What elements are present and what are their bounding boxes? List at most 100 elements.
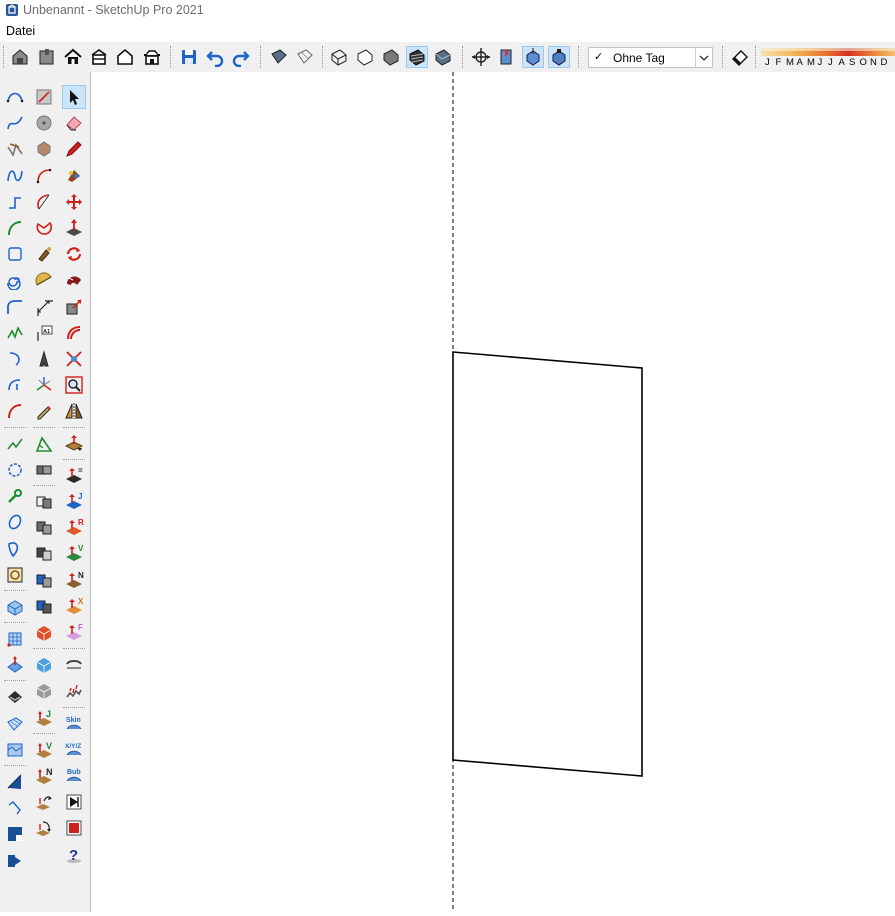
zoom-window-icon[interactable] [62, 373, 86, 397]
push-n-icon[interactable]: N [32, 764, 56, 788]
push-red-j-icon[interactable]: J [32, 706, 56, 730]
intersect-icon[interactable] [32, 569, 56, 593]
toolbar-grip[interactable] [462, 46, 465, 68]
palette-grip[interactable] [63, 648, 85, 650]
skin-icon[interactable]: Skin [62, 712, 86, 736]
polygon-icon[interactable] [3, 458, 27, 482]
toolbar-grip[interactable] [170, 46, 173, 68]
loop-icon[interactable] [3, 536, 27, 560]
angle-icon[interactable] [32, 432, 56, 456]
select-arrow-icon[interactable] [62, 85, 86, 109]
pencil-icon[interactable] [32, 399, 56, 423]
3d-text-icon[interactable] [32, 347, 56, 371]
protractor-icon[interactable] [32, 268, 56, 292]
zigzag-icon[interactable] [3, 321, 27, 345]
tag-select[interactable]: ✓ Ohne Tag [588, 47, 713, 68]
offset-icon[interactable] [62, 321, 86, 345]
rectangle-face[interactable] [452, 351, 643, 777]
follow-icon[interactable] [62, 268, 86, 292]
drawing-viewport[interactable] [91, 72, 895, 912]
move-arc-2-icon[interactable] [32, 816, 56, 840]
pushpull-f-icon[interactable]: F [62, 621, 86, 645]
grid-icon[interactable] [3, 627, 27, 651]
menu-datei[interactable]: Datei [6, 24, 35, 38]
hook-icon[interactable] [3, 796, 27, 820]
wrench-icon[interactable] [3, 484, 27, 508]
curve-icon[interactable] [3, 373, 27, 397]
pie-icon[interactable] [32, 216, 56, 240]
polyline-icon[interactable] [3, 190, 27, 214]
zoom-extents-icon[interactable] [62, 347, 86, 371]
house-open-icon[interactable] [141, 46, 163, 68]
paint-icon[interactable] [62, 164, 86, 188]
solid-icon[interactable] [32, 516, 56, 540]
shadow-toggle-icon[interactable] [729, 46, 751, 68]
smooth-icon[interactable] [62, 653, 86, 677]
help-icon[interactable]: ? [62, 843, 86, 867]
polygon-fill-icon[interactable] [32, 137, 56, 161]
palette-grip[interactable] [4, 680, 26, 682]
model-canvas[interactable] [91, 72, 895, 912]
square-icon[interactable] [3, 822, 27, 846]
xyz-icon[interactable]: X/Y/Z [62, 738, 86, 762]
pushpull-j-icon[interactable]: J [62, 490, 86, 514]
toolbar-grip[interactable] [578, 46, 581, 68]
palette-grip[interactable] [4, 622, 26, 624]
paint-bucket-icon[interactable] [32, 242, 56, 266]
face-style-icon[interactable] [268, 46, 290, 68]
move-arc-icon[interactable] [32, 790, 56, 814]
pushpull-v-icon[interactable]: V [62, 542, 86, 566]
shaded-textures-icon[interactable] [406, 46, 428, 68]
chevron-down-icon[interactable] [695, 48, 712, 67]
save-icon[interactable] [178, 46, 200, 68]
palette-grip[interactable] [4, 589, 26, 592]
plugin-box-icon[interactable] [3, 595, 27, 619]
xray-icon[interactable] [294, 46, 316, 68]
redo-icon[interactable] [230, 46, 252, 68]
freehand-icon[interactable] [3, 137, 27, 161]
rectangle-icon[interactable] [3, 242, 27, 266]
stop-icon[interactable] [62, 816, 86, 840]
layout-send-icon[interactable] [3, 563, 27, 587]
month-gradient-bar[interactable] [761, 48, 895, 56]
pushpull-x-icon[interactable]: X [62, 595, 86, 619]
pushpull-equals-icon[interactable]: = [62, 464, 86, 488]
arc-2pt-icon[interactable] [32, 164, 56, 188]
spiral-icon[interactable] [3, 268, 27, 292]
pushpull-n-icon[interactable]: N [62, 569, 86, 593]
trim-icon[interactable] [32, 595, 56, 619]
red-arc-icon[interactable] [3, 399, 27, 423]
spring-icon[interactable] [62, 679, 86, 703]
grey-box-icon[interactable] [32, 679, 56, 703]
terrain-icon[interactable] [3, 738, 27, 762]
wireframe-icon[interactable] [328, 46, 350, 68]
push-green-v-icon[interactable]: V [32, 738, 56, 762]
pushpull-down-icon[interactable] [62, 432, 86, 456]
rotate-icon[interactable] [62, 242, 86, 266]
move-icon[interactable] [62, 190, 86, 214]
axes-icon[interactable] [32, 373, 56, 397]
circle-icon[interactable] [32, 111, 56, 135]
monochrome-icon[interactable] [432, 46, 454, 68]
play-icon[interactable] [62, 790, 86, 814]
pencil-red-icon[interactable] [62, 137, 86, 161]
house-outline-icon[interactable] [114, 46, 136, 68]
house-front-icon[interactable] [88, 46, 110, 68]
ellipse-icon[interactable] [3, 510, 27, 534]
palette-grip[interactable] [33, 732, 55, 735]
scale-icon[interactable] [62, 295, 86, 319]
bezier-icon[interactable] [3, 111, 27, 135]
group-icon[interactable] [32, 458, 56, 482]
pushpull-r-icon[interactable]: R [62, 516, 86, 540]
mirror-icon[interactable] [62, 399, 86, 423]
shadow-month-slider[interactable]: JFMAMJJASOND [761, 46, 895, 70]
bubble-icon[interactable]: Bub [62, 764, 86, 788]
follow-me-icon[interactable] [3, 685, 27, 709]
palette-grip[interactable] [4, 765, 26, 767]
hidden-line-icon[interactable] [354, 46, 376, 68]
sandbox-icon[interactable] [3, 712, 27, 736]
fillet-icon[interactable] [3, 295, 27, 319]
shaded-icon[interactable] [380, 46, 402, 68]
palette-grip[interactable] [4, 426, 26, 429]
extrude-icon[interactable] [3, 653, 27, 677]
